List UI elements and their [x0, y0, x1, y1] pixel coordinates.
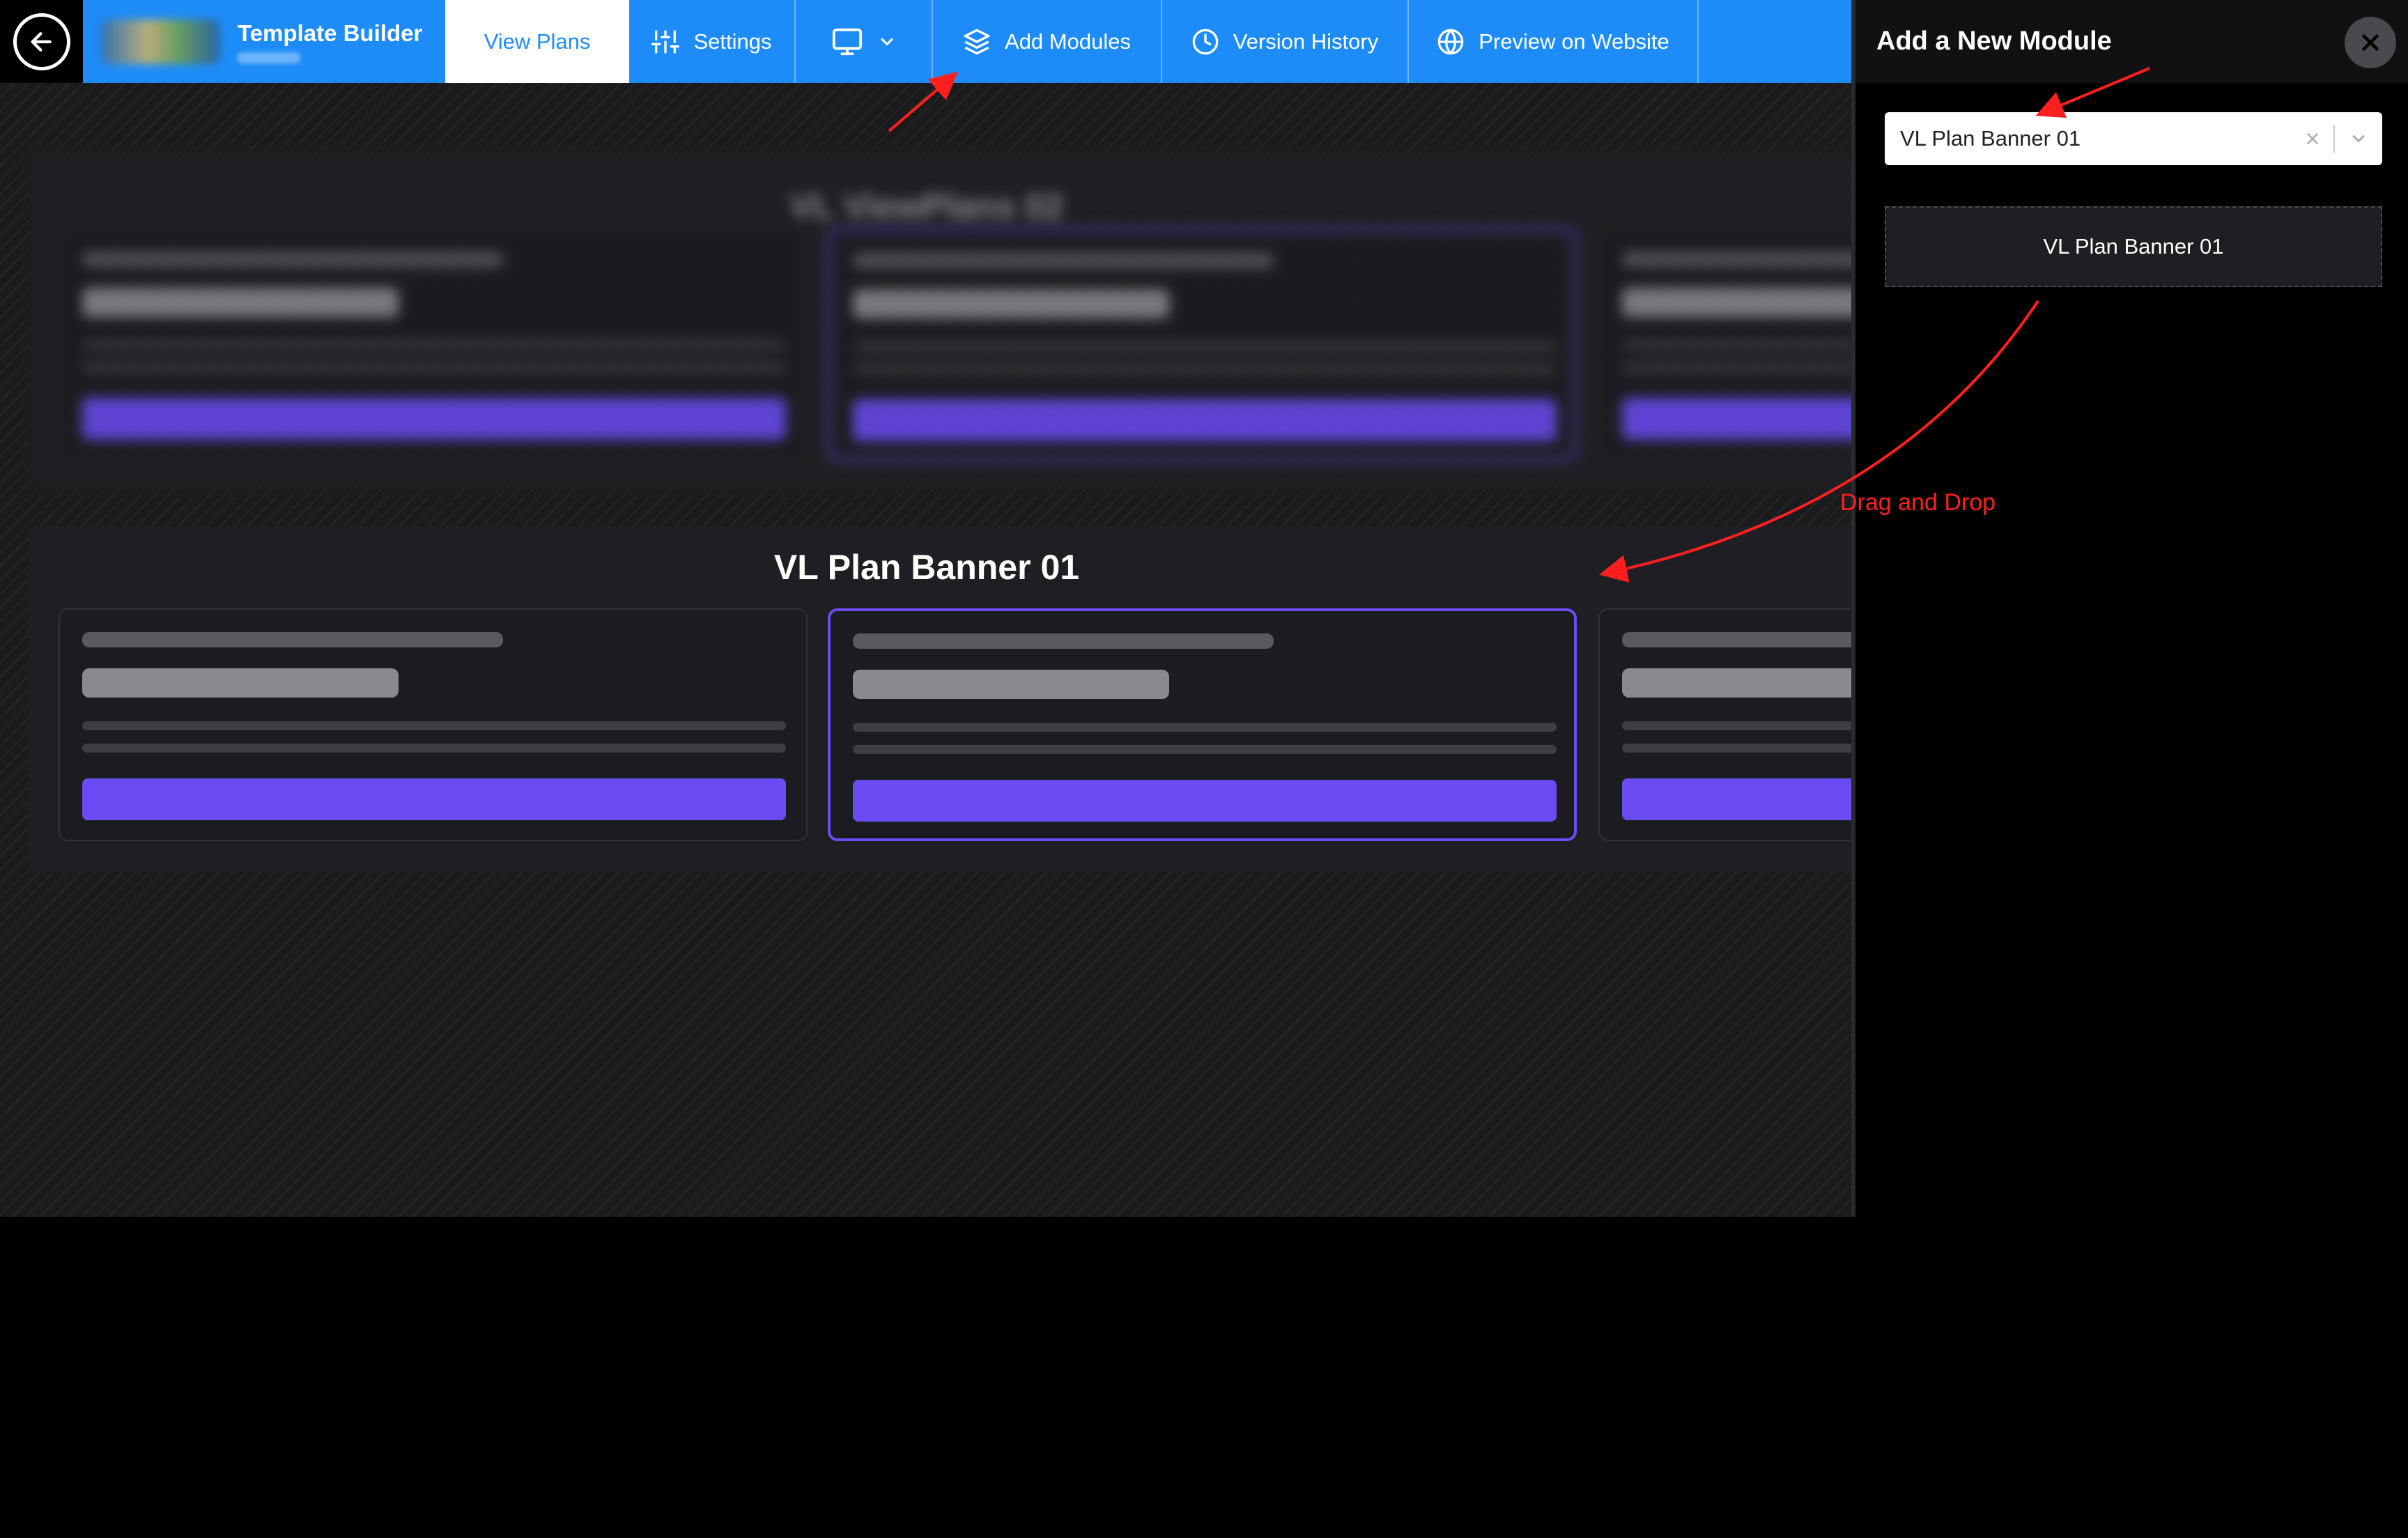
skeleton-line [82, 744, 786, 753]
plan-card-selected[interactable] [828, 608, 1577, 841]
arrow-left-icon [31, 31, 52, 52]
skeleton-button[interactable] [1622, 778, 1851, 820]
layers-icon [964, 29, 990, 54]
skeleton-heading [82, 668, 399, 698]
draggable-module-item[interactable]: VL Plan Banner 01 [1885, 206, 2382, 287]
monitor-icon [832, 28, 862, 55]
add-module-panel: Add a New Module VL Plan Banner 01 VL Pl… [1851, 0, 2408, 1217]
chevron-down-icon [880, 38, 893, 45]
skeleton-heading [1622, 668, 1851, 698]
plan-card[interactable] [1598, 608, 1851, 841]
plan-card [1598, 228, 1851, 461]
sliders-icon [651, 29, 680, 54]
chevron-down-icon [2352, 134, 2365, 143]
module-title: VL ViewPlans 02 [789, 187, 1064, 226]
tab-add-modules[interactable]: Add Modules [933, 0, 1162, 83]
annotation-drag-label: Drag and Drop [1840, 489, 1996, 516]
skeleton-line [853, 745, 1557, 754]
skeleton-line [82, 632, 503, 647]
close-panel-button[interactable] [2345, 17, 2396, 68]
top-toolbar: Template Builder View Plans Settings Add… [0, 0, 1851, 83]
globe-icon [1437, 29, 1464, 54]
module-select-value: VL Plan Banner 01 [1900, 126, 2081, 151]
skeleton-line [1622, 721, 1851, 730]
tab-add-modules-label: Add Modules [1005, 29, 1131, 54]
tab-preview-website-label: Preview on Website [1479, 29, 1669, 54]
plan-card[interactable] [59, 608, 808, 841]
back-button[interactable] [13, 13, 70, 70]
plan-card-selected [828, 228, 1577, 461]
app-subtitle-redacted [238, 52, 300, 63]
module-item-label: VL Plan Banner 01 [2043, 234, 2224, 259]
skeleton-button[interactable] [853, 780, 1557, 822]
app-title: Template Builder [238, 20, 423, 46]
clear-icon [2307, 133, 2318, 144]
clock-icon [1192, 29, 1219, 54]
module-select[interactable]: VL Plan Banner 01 [1885, 112, 2382, 165]
brand-logo [101, 19, 219, 64]
clear-selection-button[interactable] [2292, 131, 2333, 146]
module-vl-plan-banner[interactable]: VL Plan Banner 01 [28, 526, 1851, 872]
tab-version-history[interactable]: Version History [1162, 0, 1409, 83]
skeleton-line [1622, 744, 1851, 753]
skeleton-line [1622, 632, 1851, 647]
skeleton-line [82, 721, 786, 730]
tab-preview-website[interactable]: Preview on Website [1409, 0, 1699, 83]
skeleton-line [853, 723, 1557, 732]
builder-canvas[interactable]: VL ViewPlans 02 VL Plan Banner 01 [0, 83, 1851, 1217]
panel-title: Add a New Module [1876, 26, 2112, 56]
back-button-area [0, 0, 83, 83]
tab-settings-label: Settings [693, 29, 772, 54]
select-dropdown-toggle[interactable] [2335, 129, 2382, 148]
tab-settings[interactable]: Settings [629, 0, 796, 83]
tab-version-history-label: Version History [1233, 29, 1379, 54]
tab-view-plans[interactable]: View Plans [445, 0, 629, 83]
brand: Template Builder [83, 0, 445, 83]
plan-card [59, 228, 808, 461]
panel-header: Add a New Module [1855, 0, 2408, 83]
device-dropdown[interactable] [796, 0, 933, 83]
tab-view-plans-label: View Plans [484, 29, 591, 54]
module-title: VL Plan Banner 01 [773, 548, 1080, 587]
skeleton-button[interactable] [82, 778, 786, 820]
skeleton-heading [853, 670, 1169, 699]
skeleton-line [853, 633, 1274, 649]
close-icon [2362, 34, 2379, 51]
module-blurred: VL ViewPlans 02 [28, 150, 1851, 491]
